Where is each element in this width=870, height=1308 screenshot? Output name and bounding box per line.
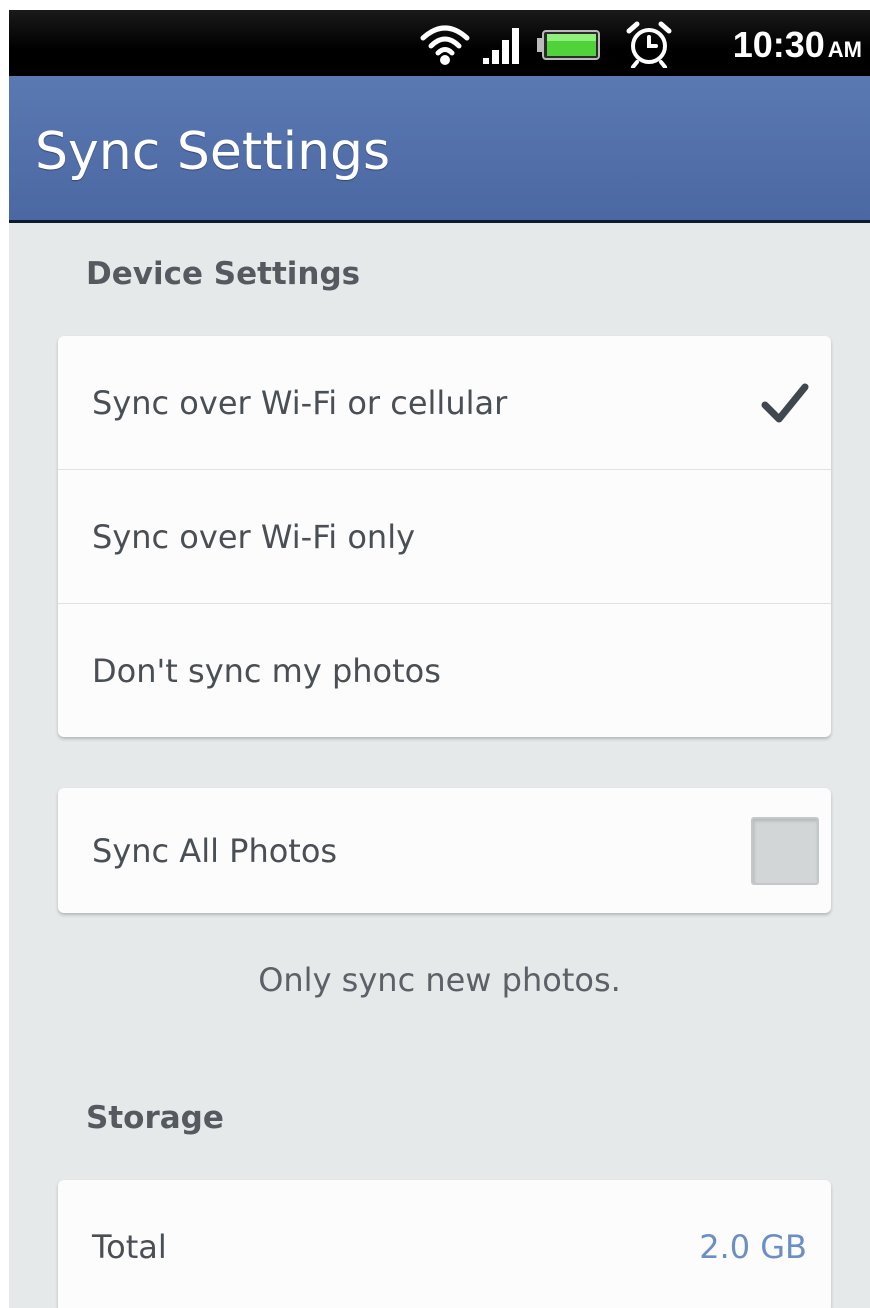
storage-total-label: Total [92,1227,167,1266]
app-screen: 10:30 AM Sync Settings Device Settings Sy… [9,10,870,1308]
status-time-value: 10:30 [732,24,825,65]
wifi-icon [420,25,470,65]
sync-options-card: Sync over Wi-Fi or cellular Sync over Wi… [58,336,831,737]
section-label-storage: Storage [86,1100,224,1136]
sync-all-photos-checkbox[interactable] [751,816,819,885]
status-bar: 10:30 AM [9,10,870,76]
alarm-icon [626,21,672,68]
sync-all-photos-label: Sync All Photos [92,831,338,870]
sync-all-photos-row[interactable]: Sync All Photos [58,788,831,913]
sync-all-card: Sync All Photos [58,788,831,913]
signal-icon [483,28,519,64]
page-title: Sync Settings [35,122,391,182]
sync-all-note: Only sync new photos. [258,961,621,999]
checkmark-icon [761,383,809,422]
option-sync-wifi-only[interactable]: Sync over Wi-Fi only [58,470,831,604]
battery-icon [537,30,600,60]
option-dont-sync[interactable]: Don't sync my photos [58,604,831,737]
app-header: Sync Settings [9,76,870,223]
storage-total-row: Total 2.0 GB [58,1180,831,1308]
option-sync-wifi-or-cellular[interactable]: Sync over Wi-Fi or cellular [58,336,831,470]
storage-card: Total 2.0 GB [58,1180,831,1308]
section-label-device-settings: Device Settings [86,256,361,292]
option-label: Don't sync my photos [92,651,441,690]
storage-total-value: 2.0 GB [699,1227,807,1266]
option-label: Sync over Wi-Fi only [92,517,416,556]
status-time: 10:30 AM [733,20,862,70]
status-time-ampm: AM [827,37,862,62]
option-label: Sync over Wi-Fi or cellular [92,383,508,422]
